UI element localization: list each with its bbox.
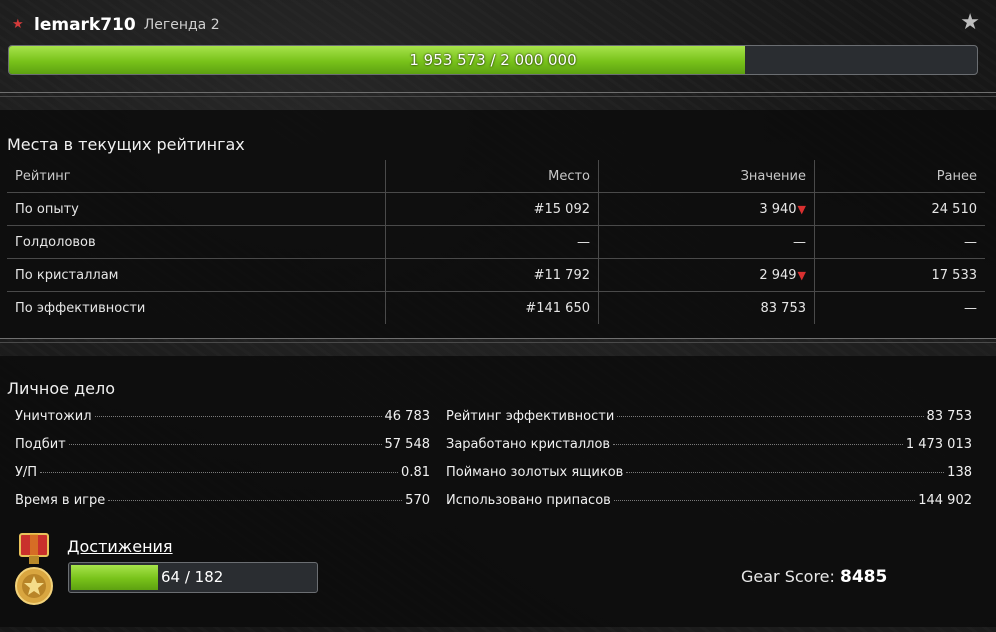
stat-row: Уничтожил 46 783: [15, 409, 430, 437]
dot-leader: [613, 444, 903, 445]
dot-leader: [108, 500, 403, 501]
ratings-title: Места в текущих рейтингах: [7, 135, 245, 154]
stat-label: Использовано припасов: [446, 493, 611, 508]
stat-value: 570: [405, 493, 430, 508]
rating-name: Голдоловов: [7, 225, 386, 259]
table-row: Голдоловов — — —: [7, 225, 985, 259]
rating-prev: —: [814, 225, 985, 259]
xp-progress-bar: 1 953 573 / 2 000 000: [8, 45, 978, 75]
stat-label: Уничтожил: [15, 409, 92, 424]
rating-place: #15 092: [385, 192, 599, 226]
dot-leader: [40, 472, 399, 473]
stat-row: Использовано припасов 144 902: [446, 493, 972, 521]
stat-label: Подбит: [15, 437, 66, 452]
achievements-progress-text: 64 / 182: [161, 568, 224, 586]
rating-value: —: [598, 225, 815, 259]
personal-stats-left: Уничтожил 46 783 Подбит 57 548 У/П 0.81 …: [15, 409, 430, 521]
stat-row: У/П 0.81: [15, 465, 430, 493]
rating-prev: 17 533: [814, 258, 985, 292]
stat-label: Время в игре: [15, 493, 106, 508]
stat-row: Время в игре 570: [15, 493, 430, 521]
gear-score-value: 8485: [840, 567, 888, 587]
achievements-progress-bar: 64 / 182: [68, 562, 318, 593]
col-header-value: Значение: [598, 160, 815, 193]
trend-down-icon: ▼: [797, 202, 806, 216]
rating-name: По эффективности: [7, 291, 386, 324]
rating-value-cell: 2 949▼: [598, 258, 815, 292]
stat-row: Подбит 57 548: [15, 437, 430, 465]
table-row: По кристаллам #11 792 2 949▼ 17 533: [7, 258, 985, 292]
rating-value-cell: 3 940▼: [598, 192, 815, 226]
ratings-table: Рейтинг Место Значение Ранее По опыту #1…: [7, 160, 985, 324]
rating-name: По кристаллам: [7, 258, 386, 292]
achievements-link[interactable]: Достижения: [67, 537, 173, 556]
achievements-progress-fill: [71, 565, 159, 590]
stat-label: Поймано золотых ящиков: [446, 465, 624, 480]
rating-place: #141 650: [385, 291, 599, 324]
col-header-prev: Ранее: [814, 160, 985, 193]
ratings-header-row: Рейтинг Место Значение Ранее: [7, 160, 985, 193]
star-icon[interactable]: ★: [960, 12, 980, 34]
gear-score-label: Gear Score:: [741, 567, 835, 586]
dot-leader: [613, 500, 916, 501]
username: lemark710: [34, 15, 136, 35]
gear-score: Gear Score: 8485: [741, 567, 887, 587]
stat-value: 83 753: [926, 409, 973, 424]
stat-value: 1 473 013: [905, 437, 972, 452]
rating-value: 3 940: [759, 201, 797, 217]
table-row: По опыту #15 092 3 940▼ 24 510: [7, 192, 985, 226]
rating-place: #11 792: [385, 258, 599, 292]
stat-row: Поймано золотых ящиков 138: [446, 465, 972, 493]
rating-prev: —: [964, 300, 977, 316]
col-header-rating: Рейтинг: [7, 160, 386, 193]
stat-value: 144 902: [918, 493, 972, 508]
table-row: По эффективности #141 650 83 753 —: [7, 291, 985, 324]
stat-value: 0.81: [401, 465, 430, 480]
stat-label: У/П: [15, 465, 38, 480]
rank-name: Легенда 2: [143, 17, 220, 33]
profile-header: ★ lemark710 Легенда 2: [12, 12, 220, 38]
stat-label: Рейтинг эффективности: [446, 409, 615, 424]
stat-row: Заработано кристаллов 1 473 013: [446, 437, 972, 465]
dot-leader: [626, 472, 945, 473]
dot-leader: [617, 416, 924, 417]
personal-title: Личное дело: [7, 379, 115, 398]
dot-leader: [94, 416, 382, 417]
rating-value: 2 949: [759, 267, 797, 283]
trend-down-icon: ▼: [797, 268, 806, 282]
medal-icon: [14, 532, 54, 610]
stat-value: 138: [947, 465, 972, 480]
stat-label: Заработано кристаллов: [446, 437, 611, 452]
xp-progress-text: 1 953 573 / 2 000 000: [409, 51, 577, 69]
stat-row: Рейтинг эффективности 83 753: [446, 409, 972, 437]
rating-prev: 24 510: [814, 192, 985, 226]
dot-leader: [68, 444, 382, 445]
stat-value: 57 548: [384, 437, 431, 452]
divider: [0, 338, 996, 343]
col-header-place: Место: [385, 160, 599, 193]
rating-value: 83 753: [598, 291, 815, 324]
rating-place: —: [385, 225, 599, 259]
personal-stats-right: Рейтинг эффективности 83 753 Заработано …: [446, 409, 972, 521]
rating-name: По опыту: [7, 192, 386, 226]
stat-value: 46 783: [384, 409, 431, 424]
divider: [0, 92, 996, 97]
red-star-icon: ★: [12, 17, 24, 32]
